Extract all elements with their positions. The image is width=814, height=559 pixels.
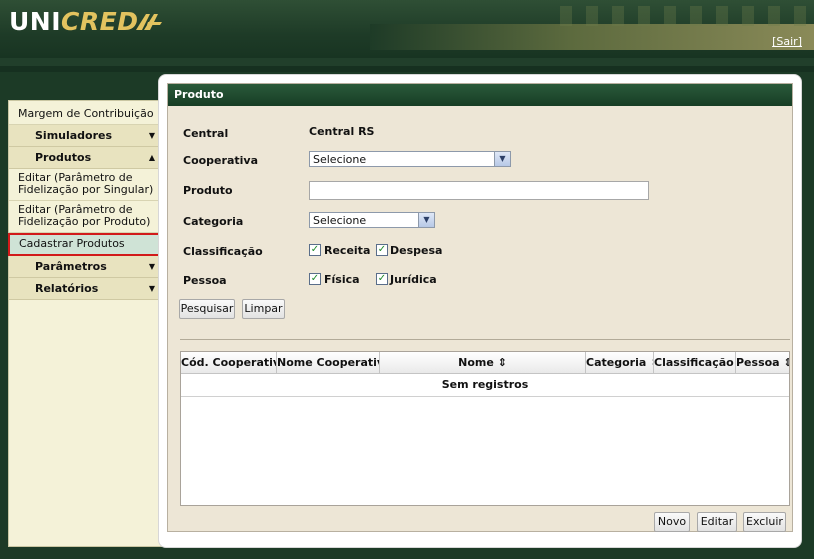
sidebar-section-label: Relatórios: [35, 282, 99, 295]
central-label: Central: [183, 127, 229, 140]
chevron-down-icon[interactable]: ▼: [494, 152, 510, 166]
pessoa-label: Pessoa: [183, 274, 227, 287]
edit-button[interactable]: Editar: [697, 512, 737, 532]
categoria-label: Categoria: [183, 215, 244, 228]
header-strip: [0, 66, 814, 72]
sidebar-item-editar-singular[interactable]: Editar (Parâmetro de Fidelização por Sin…: [9, 169, 161, 201]
sidebar-item-editar-produto[interactable]: Editar (Parâmetro de Fidelização por Pro…: [9, 201, 161, 233]
divider: [180, 339, 790, 340]
app-header: UNICRED [Sair]: [0, 0, 814, 58]
sidebar-section-label: Parâmetros: [35, 260, 107, 273]
clear-button[interactable]: Limpar: [242, 299, 285, 319]
product-form-panel: Produto Central Central RS Cooperativa S…: [167, 83, 793, 532]
chevron-down-icon[interactable]: ▼: [418, 213, 434, 227]
sidebar-section-label: Produtos: [35, 151, 92, 164]
juridica-checkbox[interactable]: ✓: [376, 273, 388, 285]
sidebar-section-relatorios[interactable]: Relatórios ▼: [9, 278, 161, 300]
categoria-select[interactable]: Selecione ▼: [309, 212, 435, 228]
chevron-down-icon: ▼: [148, 262, 155, 271]
sidebar-section-label: Simuladores: [35, 129, 113, 142]
sidebar-item-margem[interactable]: Margem de Contribuição: [9, 101, 161, 125]
column-header-pessoa[interactable]: Pessoa ⇕: [736, 352, 789, 374]
logo-text-uni: UNI: [9, 7, 62, 36]
column-header-nome[interactable]: Nome ⇕: [380, 352, 586, 374]
receita-checkbox[interactable]: ✓: [309, 244, 321, 256]
chevron-down-icon: ▼: [148, 131, 155, 140]
juridica-label: Jurídica: [390, 273, 437, 286]
delete-button[interactable]: Excluir: [743, 512, 786, 532]
sidebar-section-parametros[interactable]: Parâmetros ▼: [9, 256, 161, 278]
column-header-categoria[interactable]: Categoria ⇕: [586, 352, 654, 374]
logout-link[interactable]: [Sair]: [772, 35, 802, 48]
fisica-label: Física: [324, 273, 360, 286]
despesa-checkbox[interactable]: ✓: [376, 244, 388, 256]
results-table: Cód. Cooperativa Nome Cooperativa Nome ⇕…: [180, 351, 790, 506]
column-header-nome-cooperativa[interactable]: Nome Cooperativa: [277, 352, 380, 374]
fisica-checkbox[interactable]: ✓: [309, 273, 321, 285]
unicred-logo: UNICRED: [9, 7, 138, 36]
empty-message: Sem registros: [181, 374, 789, 397]
receita-label: Receita: [324, 244, 371, 257]
search-button[interactable]: Pesquisar: [179, 299, 235, 319]
panel-title: Produto: [168, 84, 792, 106]
new-button[interactable]: Novo: [654, 512, 690, 532]
classificacao-label: Classificação: [183, 245, 263, 258]
cooperativa-label: Cooperativa: [183, 154, 258, 167]
header-subbar: [0, 58, 814, 66]
sidebar-section-simuladores[interactable]: Simuladores ▼: [9, 125, 161, 147]
categoria-selected-value: Selecione: [313, 214, 367, 227]
header-arches-decoration: [560, 6, 810, 26]
logo-text-cred: CRED: [61, 7, 139, 36]
sidebar-item-cadastrar-produtos[interactable]: Cadastrar Produtos: [8, 233, 163, 256]
cooperativa-select[interactable]: Selecione ▼: [309, 151, 511, 167]
header-decoration: [370, 24, 814, 50]
main-panel: Produto Central Central RS Cooperativa S…: [158, 74, 802, 548]
sidebar: Margem de Contribuição Simuladores ▼ Pro…: [8, 100, 163, 547]
produto-label: Produto: [183, 184, 233, 197]
central-value: Central RS: [309, 125, 375, 138]
column-header-classificacao[interactable]: Classificação ⇕: [654, 352, 736, 374]
chevron-down-icon: ▼: [148, 284, 155, 293]
logo-arrow-icon: [136, 14, 162, 30]
sidebar-section-produtos[interactable]: Produtos ▲: [9, 147, 161, 169]
produto-input[interactable]: [309, 181, 649, 200]
cooperativa-selected-value: Selecione: [313, 153, 367, 166]
chevron-up-icon: ▲: [148, 153, 155, 162]
column-header-cod-cooperativa[interactable]: Cód. Cooperativa: [181, 352, 277, 374]
despesa-label: Despesa: [390, 244, 443, 257]
